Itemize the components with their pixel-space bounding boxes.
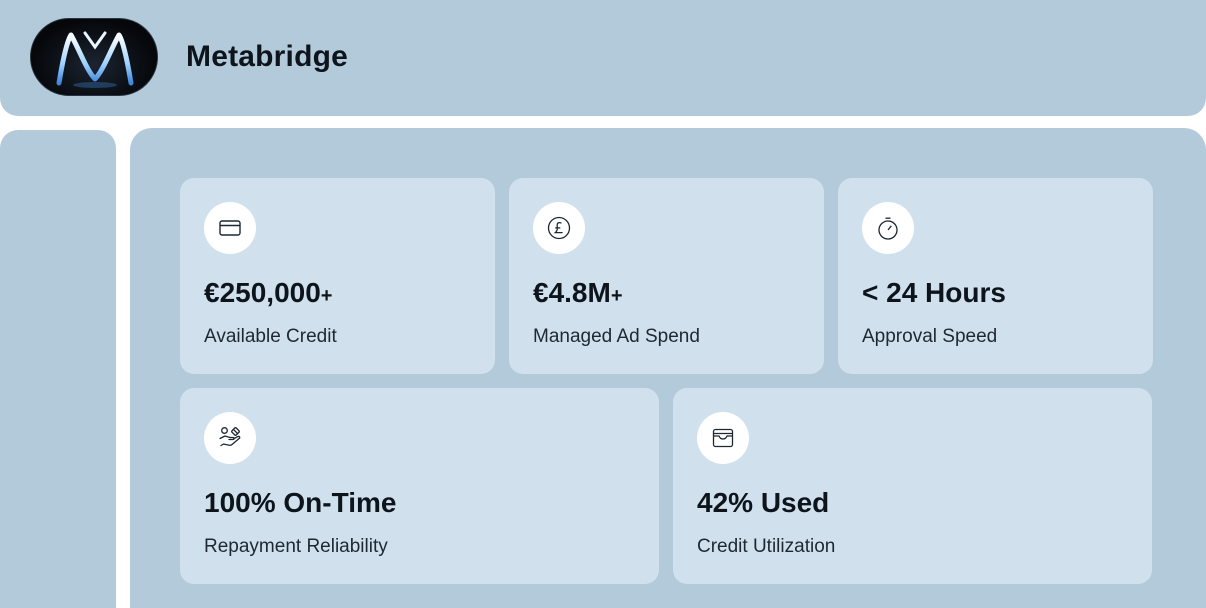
stat-value: €4.8M+ bbox=[533, 277, 623, 308]
credit-card-icon bbox=[204, 202, 256, 254]
stopwatch-icon bbox=[862, 202, 914, 254]
pound-coin-icon bbox=[533, 202, 585, 254]
wallet-icon bbox=[697, 412, 749, 464]
stat-label: Repayment Reliability bbox=[204, 536, 388, 557]
stat-value: < 24 Hours bbox=[862, 277, 1006, 308]
stat-label: Approval Speed bbox=[862, 326, 998, 347]
stat-value: 100% On-Time bbox=[204, 487, 397, 518]
hand-payment-icon bbox=[204, 412, 256, 464]
stat-card-credit-utilization: 42% Used Credit Utilization bbox=[673, 388, 1152, 584]
stat-card-available-credit: €250,000+ Available Credit bbox=[180, 178, 495, 374]
sidebar bbox=[0, 130, 116, 608]
stat-label: Managed Ad Spend bbox=[533, 326, 700, 347]
stat-card-managed-ad-spend: €4.8M+ Managed Ad Spend bbox=[509, 178, 824, 374]
metabridge-logo-icon[interactable] bbox=[30, 18, 158, 96]
stat-label: Credit Utilization bbox=[697, 536, 836, 557]
brand-name: Metabridge bbox=[186, 40, 349, 73]
stat-label: Available Credit bbox=[204, 326, 337, 347]
stat-card-repayment-reliability: 100% On-Time Repayment Reliability bbox=[180, 388, 659, 584]
top-header: Metabridge bbox=[0, 0, 1206, 116]
stat-value: €250,000+ bbox=[204, 277, 333, 308]
stat-value: 42% Used bbox=[697, 487, 830, 518]
main-panel: €250,000+ Available Credit €4.8M+ Manage… bbox=[130, 128, 1206, 608]
stat-card-approval-speed: < 24 Hours Approval Speed bbox=[838, 178, 1153, 374]
